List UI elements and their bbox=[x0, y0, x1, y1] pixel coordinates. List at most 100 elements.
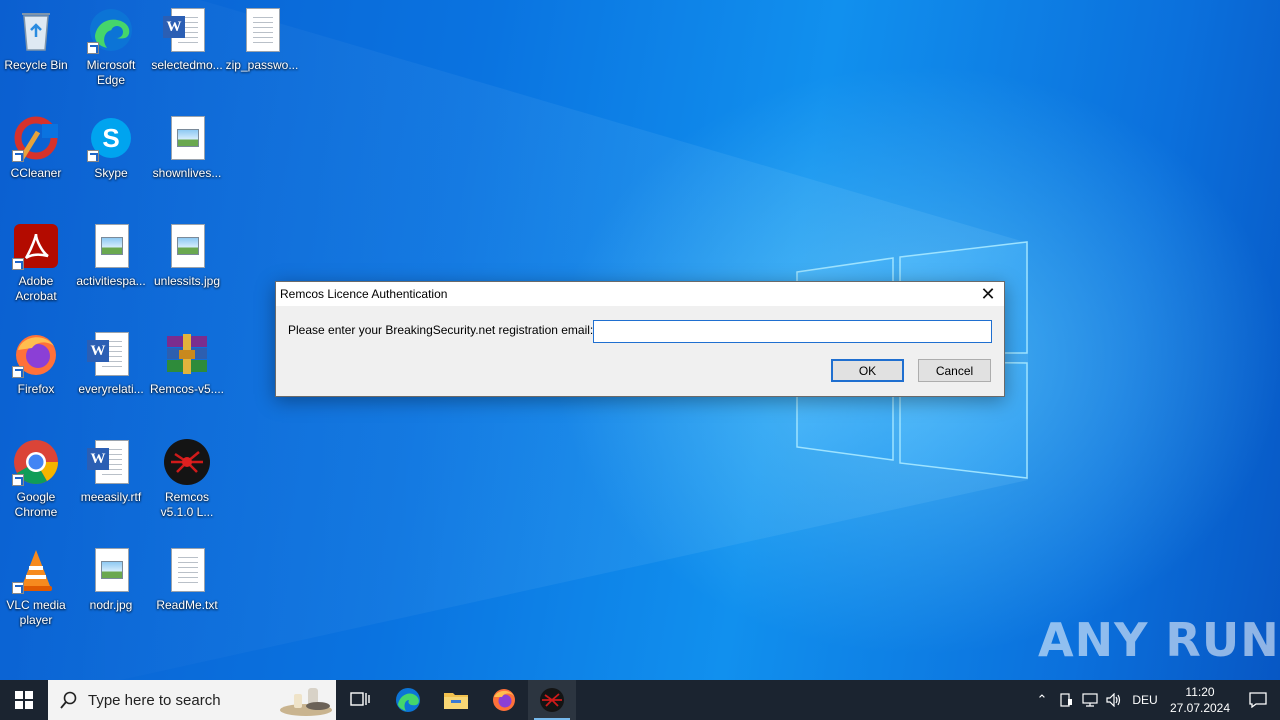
network-icon bbox=[1082, 693, 1098, 707]
desktop-icon-label: nodr.jpg bbox=[89, 598, 133, 612]
desktop-icon-label: Firefox bbox=[17, 382, 55, 396]
desktop-icon-nodr[interactable]: nodr.jpg bbox=[73, 540, 149, 644]
desktop: Recycle Bin CCleaner Adobe Acrobat Firef… bbox=[0, 0, 1280, 680]
image-file-icon bbox=[87, 546, 135, 594]
taskbar-edge-button[interactable] bbox=[384, 680, 432, 720]
word-document-icon: W bbox=[87, 330, 135, 378]
edge-icon bbox=[396, 688, 420, 712]
search-input[interactable]: Type here to search bbox=[48, 680, 336, 720]
skype-icon: S bbox=[87, 114, 135, 162]
task-view-icon bbox=[350, 692, 370, 706]
desktop-icon-adobe-acrobat[interactable]: Adobe Acrobat bbox=[0, 216, 74, 320]
clock-date: 27.07.2024 bbox=[1169, 701, 1231, 715]
start-button[interactable] bbox=[0, 680, 48, 720]
desktop-icon-meeasily[interactable]: W meeasily.rtf bbox=[73, 432, 149, 536]
input-language-indicator[interactable]: DEU bbox=[1126, 693, 1164, 707]
desktop-icon-label: meeasily.rtf bbox=[80, 490, 142, 504]
desktop-icon-skype[interactable]: S Skype bbox=[73, 108, 149, 212]
adobe-acrobat-icon bbox=[12, 222, 60, 270]
image-file-icon bbox=[163, 114, 211, 162]
desktop-icon-vlc-media-player[interactable]: VLC media player bbox=[0, 540, 74, 644]
notification-icon bbox=[1249, 692, 1267, 708]
desktop-icon-selectedmo[interactable]: W selectedmo... bbox=[149, 0, 225, 104]
desktop-icon-label: Recycle Bin bbox=[4, 58, 68, 72]
device-icon bbox=[1060, 693, 1072, 707]
desktop-icon-label: Remcos-v5.... bbox=[149, 382, 224, 396]
search-placeholder: Type here to search bbox=[88, 691, 221, 709]
recycle-bin-icon bbox=[12, 6, 60, 54]
vlc-icon bbox=[12, 546, 60, 594]
watermark-text: ANY RUN bbox=[1038, 613, 1280, 667]
desktop-icon-label: ReadMe.txt bbox=[156, 598, 218, 612]
taskbar: Type here to search ⌃ DEU 11:20 27.07.20… bbox=[0, 680, 1280, 720]
close-button[interactable]: ✕ bbox=[973, 282, 1003, 306]
windows-logo-icon bbox=[15, 691, 33, 709]
firefox-icon bbox=[493, 689, 515, 711]
chevron-up-icon: ⌃ bbox=[1036, 692, 1048, 707]
shortcut-arrow-icon bbox=[12, 474, 24, 486]
desktop-icon-label: CCleaner bbox=[10, 166, 62, 180]
desktop-icon-label: VLC media player bbox=[6, 598, 66, 627]
search-highlight-image bbox=[280, 688, 332, 716]
desktop-icon-recycle-bin[interactable]: Recycle Bin bbox=[0, 0, 74, 104]
tray-app-icon-button[interactable] bbox=[1054, 680, 1078, 720]
word-document-icon: W bbox=[87, 438, 135, 486]
desktop-icon-everyrelati[interactable]: W everyrelati... bbox=[73, 324, 149, 428]
shortcut-arrow-icon bbox=[12, 366, 24, 378]
image-file-icon bbox=[87, 222, 135, 270]
clock[interactable]: 11:20 27.07.2024 bbox=[1164, 684, 1236, 716]
remcos-icon bbox=[540, 688, 564, 712]
search-icon bbox=[60, 691, 77, 709]
clock-time: 11:20 bbox=[1185, 685, 1215, 699]
desktop-icon-zip-password[interactable]: zip_passwo... bbox=[224, 0, 300, 104]
network-button[interactable] bbox=[1078, 680, 1102, 720]
desktop-icon-ccleaner[interactable]: CCleaner bbox=[0, 108, 74, 212]
remcos-icon bbox=[163, 438, 211, 486]
desktop-icon-label: activitiespa... bbox=[76, 274, 146, 288]
word-document-icon: W bbox=[163, 6, 211, 54]
file-explorer-icon bbox=[444, 693, 468, 709]
desktop-icon-label: selectedmo... bbox=[151, 58, 223, 72]
desktop-icon-microsoft-edge[interactable]: Microsoft Edge bbox=[73, 0, 149, 104]
desktop-icon-firefox[interactable]: Firefox bbox=[0, 324, 74, 428]
shortcut-arrow-icon bbox=[12, 150, 24, 162]
desktop-icon-label: Google Chrome bbox=[14, 490, 58, 519]
dialog-title: Remcos Licence Authentication bbox=[280, 287, 448, 301]
firefox-icon bbox=[12, 330, 60, 378]
taskbar-file-explorer-button[interactable] bbox=[432, 680, 480, 720]
speaker-icon bbox=[1106, 693, 1121, 707]
desktop-icon-label: Skype bbox=[94, 166, 128, 180]
cancel-button[interactable]: Cancel bbox=[918, 359, 991, 382]
email-field[interactable] bbox=[593, 320, 992, 343]
edge-icon bbox=[87, 6, 135, 54]
chrome-icon bbox=[12, 438, 60, 486]
svg-text:S: S bbox=[102, 123, 119, 153]
show-hidden-icons-button[interactable]: ⌃ bbox=[1030, 680, 1054, 720]
image-file-icon bbox=[163, 222, 211, 270]
dialog-title-bar: Remcos Licence Authentication bbox=[276, 282, 1004, 306]
desktop-icon-google-chrome[interactable]: Google Chrome bbox=[0, 432, 74, 536]
taskbar-firefox-button[interactable] bbox=[480, 680, 528, 720]
desktop-icon-remcos-app[interactable]: Remcos v5.1.0 L... bbox=[149, 432, 225, 536]
desktop-icon-shownlives[interactable]: shownlives... bbox=[149, 108, 225, 212]
anyrun-watermark: ANY RUN bbox=[1038, 608, 1280, 672]
desktop-icon-label: everyrelati... bbox=[78, 382, 144, 396]
system-tray: ⌃ DEU 11:20 27.07.2024 bbox=[1030, 680, 1280, 720]
ok-button[interactable]: OK bbox=[831, 359, 904, 382]
task-view-button[interactable] bbox=[336, 680, 384, 720]
text-file-icon bbox=[238, 6, 286, 54]
desktop-icon-label: shownlives... bbox=[152, 166, 222, 180]
shortcut-arrow-icon bbox=[87, 150, 99, 162]
desktop-icon-remcos-archive[interactable]: Remcos-v5.... bbox=[149, 324, 225, 428]
desktop-icon-label: unlessits.jpg bbox=[153, 274, 221, 288]
ccleaner-icon bbox=[12, 114, 60, 162]
desktop-icon-readme[interactable]: ReadMe.txt bbox=[149, 540, 225, 644]
desktop-icon-activitiespa[interactable]: activitiespa... bbox=[73, 216, 149, 320]
action-center-button[interactable] bbox=[1236, 680, 1280, 720]
desktop-icon-unlessits[interactable]: unlessits.jpg bbox=[149, 216, 225, 320]
shortcut-arrow-icon bbox=[12, 258, 24, 270]
volume-button[interactable] bbox=[1102, 680, 1126, 720]
close-icon: ✕ bbox=[980, 283, 996, 304]
taskbar-remcos-button[interactable] bbox=[528, 680, 576, 720]
desktop-icon-label: Microsoft Edge bbox=[86, 58, 136, 87]
